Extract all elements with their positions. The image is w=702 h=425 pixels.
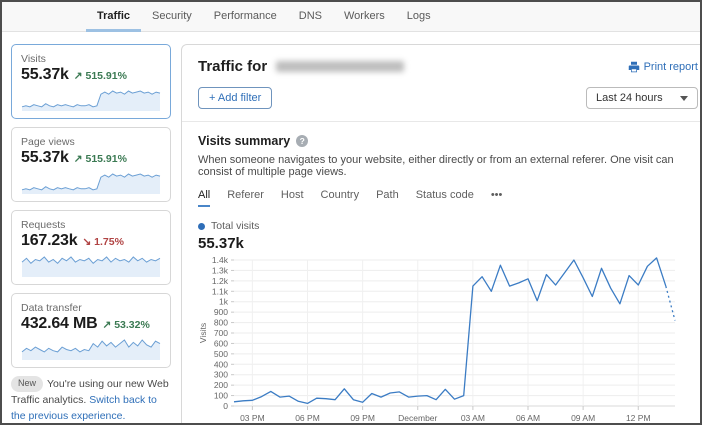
new-analytics-notice: NewYou're using our new Web Traffic anal… [11, 376, 171, 424]
total-visits-value: 55.37k [198, 235, 698, 252]
stat-card-visits[interactable]: Visits 55.37k ↗ 515.91% [11, 44, 171, 119]
data-transfer-sparkline [21, 335, 161, 361]
dim-tab-country[interactable]: Country [321, 189, 360, 207]
svg-text:1.4k: 1.4k [212, 256, 229, 265]
requests-sparkline [21, 252, 161, 278]
svg-text:0: 0 [223, 401, 228, 411]
traffic-panel: Traffic for Print report + Add filter La… [181, 44, 702, 425]
svg-text:December: December [398, 413, 437, 423]
svg-text:12 PM: 12 PM [626, 413, 651, 423]
top-navigation: Traffic Security Performance DNS Workers… [2, 2, 700, 32]
visits-sparkline [21, 86, 161, 112]
section-description: When someone navigates to your website, … [198, 154, 698, 178]
stat-label: Data transfer [21, 302, 161, 314]
stat-label: Visits [21, 53, 161, 65]
svg-text:Visits: Visits [198, 323, 208, 343]
stat-value: 432.64 MB [21, 315, 97, 333]
printer-icon [628, 61, 640, 73]
stat-label: Page views [21, 136, 161, 148]
svg-text:1.1k: 1.1k [212, 286, 229, 296]
panel-header: Traffic for Print report + Add filter La… [182, 45, 702, 122]
stat-delta: ↗ 515.91% [74, 153, 127, 165]
trend-down-icon: ↘ [82, 236, 91, 248]
svg-text:300: 300 [214, 370, 228, 380]
more-tabs-ellipsis-icon[interactable]: ••• [491, 189, 503, 207]
analytics-dashboard: Traffic Security Performance DNS Workers… [0, 0, 702, 425]
dim-tab-host[interactable]: Host [281, 189, 304, 207]
svg-text:400: 400 [214, 359, 228, 369]
stat-label: Requests [21, 219, 161, 231]
svg-text:600: 600 [214, 338, 228, 348]
stat-delta: ↘ 1.75% [82, 236, 124, 248]
metric-sidebar: Visits 55.37k ↗ 515.91% Page views 55.37… [11, 44, 171, 423]
svg-text:200: 200 [214, 380, 228, 390]
dim-tab-all[interactable]: All [198, 189, 210, 207]
chevron-down-icon [680, 96, 688, 101]
stat-value: 55.37k [21, 66, 69, 84]
stat-card-data-transfer[interactable]: Data transfer 432.64 MB ↗ 53.32% [11, 293, 171, 368]
stat-card-requests[interactable]: Requests 167.23k ↘ 1.75% [11, 210, 171, 285]
tab-performance[interactable]: Performance [203, 2, 288, 32]
svg-text:1k: 1k [219, 297, 229, 307]
trend-up-icon: ↗ [74, 153, 83, 165]
tab-dns[interactable]: DNS [288, 2, 333, 32]
tab-logs[interactable]: Logs [396, 2, 442, 32]
svg-text:800: 800 [214, 318, 228, 328]
svg-text:09 AM: 09 AM [571, 413, 595, 423]
dimension-tabs: All Referer Host Country Path Status cod… [198, 189, 698, 207]
page-views-sparkline [21, 169, 161, 195]
new-badge: New [11, 376, 43, 392]
svg-text:06 PM: 06 PM [295, 413, 320, 423]
svg-text:09 PM: 09 PM [350, 413, 375, 423]
stat-value: 167.23k [21, 232, 77, 250]
svg-text:500: 500 [214, 349, 228, 359]
tab-traffic[interactable]: Traffic [86, 2, 141, 32]
chart-legend: Total visits [198, 220, 698, 232]
page-title: Traffic for [198, 58, 404, 75]
svg-text:03 PM: 03 PM [240, 413, 265, 423]
svg-text:900: 900 [214, 307, 228, 317]
section-title: Visits summary [198, 134, 290, 148]
dashboard-body: Visits 55.37k ↗ 515.91% Page views 55.37… [2, 32, 700, 423]
visits-line-chart: 01002003004005006007008009001k1.1k1.2k1.… [198, 256, 698, 425]
svg-text:700: 700 [214, 328, 228, 338]
svg-text:100: 100 [214, 391, 228, 401]
domain-redacted [276, 61, 404, 72]
svg-text:06 AM: 06 AM [516, 413, 540, 423]
svg-text:1.3k: 1.3k [212, 265, 229, 275]
svg-text:03 AM: 03 AM [461, 413, 485, 423]
trend-up-icon: ↗ [74, 70, 83, 82]
stat-delta: ↗ 515.91% [74, 70, 127, 82]
stat-card-page-views[interactable]: Page views 55.37k ↗ 515.91% [11, 127, 171, 202]
help-icon[interactable]: ? [296, 135, 308, 147]
add-filter-button[interactable]: + Add filter [198, 87, 272, 109]
dim-tab-referer[interactable]: Referer [227, 189, 264, 207]
stat-value: 55.37k [21, 149, 69, 167]
tab-workers[interactable]: Workers [333, 2, 396, 32]
tab-security[interactable]: Security [141, 2, 203, 32]
series-dot-icon [198, 223, 205, 230]
dim-tab-status-code[interactable]: Status code [416, 189, 474, 207]
visits-summary-section: Visits summary ? When someone navigates … [182, 122, 702, 425]
legend-label: Total visits [211, 220, 259, 232]
print-report-button[interactable]: Print report [628, 61, 698, 73]
time-range-select[interactable]: Last 24 hours [586, 87, 698, 109]
dim-tab-path[interactable]: Path [376, 189, 399, 207]
stat-delta: ↗ 53.32% [102, 319, 149, 331]
trend-up-icon: ↗ [102, 319, 111, 331]
svg-text:1.2k: 1.2k [212, 276, 229, 286]
